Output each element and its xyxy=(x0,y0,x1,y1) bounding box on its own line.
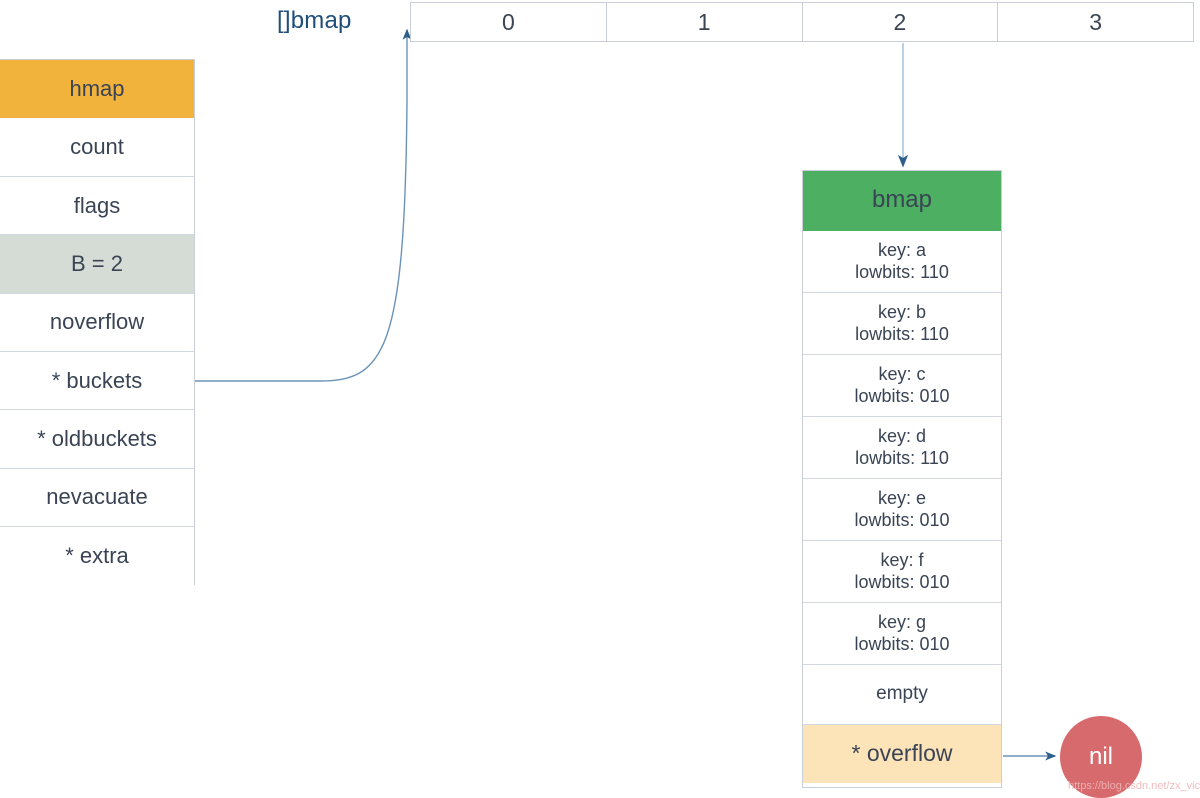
hmap-header: hmap xyxy=(0,60,194,119)
bmap-entry-0-key: key: a xyxy=(877,240,927,261)
bmap-array-label: []bmap xyxy=(277,7,352,34)
bmap-entry-6-key: key: g xyxy=(877,612,927,633)
watermark: https://blog.csdn.net/zx_victory xyxy=(1068,780,1200,792)
hmap-field-buckets: * buckets xyxy=(0,351,194,411)
bmap-entry-1: key: b lowbits: 110 xyxy=(803,293,1001,355)
bmap-entry-1-key: key: b xyxy=(877,302,927,323)
hmap-field-b: B = 2 xyxy=(0,235,194,294)
bmap-entry-2: key: c lowbits: 010 xyxy=(803,355,1001,417)
buckets-to-array-connector xyxy=(195,28,412,382)
hmap-field-flags: flags xyxy=(0,176,194,236)
bmap-entry-6: key: g lowbits: 010 xyxy=(803,603,1001,665)
hmap-struct: hmap count flags B = 2 noverflow * bucke… xyxy=(0,59,195,586)
hmap-field-noverflow: noverflow xyxy=(0,293,194,352)
bmap-entry-3-lowbits: lowbits: 110 xyxy=(855,447,949,468)
bucket-array-cell-3[interactable]: 3 xyxy=(998,3,1193,41)
bucket-array-cell-0[interactable]: 0 xyxy=(411,3,607,41)
bmap-entry-4-lowbits: lowbits: 010 xyxy=(854,509,950,530)
bmap-struct: bmap key: a lowbits: 110 key: b lowbits:… xyxy=(802,170,1002,788)
bmap-empty-slot: empty xyxy=(803,665,1001,725)
bucket-array-cell-2[interactable]: 2 xyxy=(802,3,999,41)
hmap-field-extra: * extra xyxy=(0,527,194,586)
hmap-field-nevacuate: nevacuate xyxy=(0,468,194,528)
bucket-array: 0 1 2 3 xyxy=(410,2,1194,42)
bmap-entry-0-lowbits: lowbits: 110 xyxy=(855,261,949,282)
bmap-entry-4: key: e lowbits: 010 xyxy=(803,479,1001,541)
hmap-field-count: count xyxy=(0,118,194,177)
bmap-entry-3: key: d lowbits: 110 xyxy=(803,417,1001,479)
bmap-entry-4-key: key: e xyxy=(877,488,927,509)
bmap-entry-3-key: key: d xyxy=(877,426,927,447)
bucket-array-cell-1[interactable]: 1 xyxy=(606,3,803,41)
bmap-entry-6-lowbits: lowbits: 010 xyxy=(854,633,950,654)
bmap-entry-5: key: f lowbits: 010 xyxy=(803,541,1001,603)
bmap-entry-2-lowbits: lowbits: 010 xyxy=(854,385,950,406)
bmap-header: bmap xyxy=(803,171,1001,231)
bmap-entry-2-key: key: c xyxy=(878,364,926,385)
bmap-entry-5-key: key: f xyxy=(880,550,924,571)
bmap-entry-1-lowbits: lowbits: 110 xyxy=(855,323,949,344)
bmap-entry-0: key: a lowbits: 110 xyxy=(803,231,1001,293)
bmap-entry-5-lowbits: lowbits: 010 xyxy=(854,571,950,592)
hmap-field-oldbuckets: * oldbuckets xyxy=(0,410,194,469)
bmap-overflow-pointer: * overflow xyxy=(803,725,1001,783)
